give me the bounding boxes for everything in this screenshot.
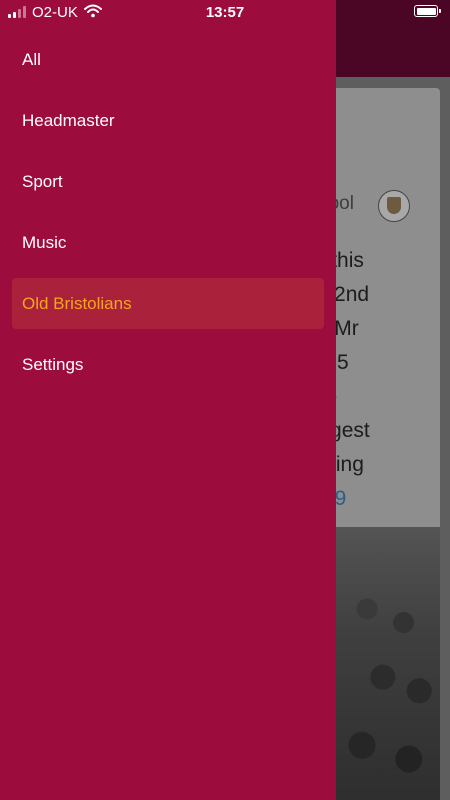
drawer-item-label: All [22,49,41,69]
post-photo [336,527,440,800]
drawer-item-label: Settings [22,354,84,374]
drawer-item-label: Headmaster [22,110,115,130]
drawer-item-label: Sport [22,171,63,191]
clock: 13:57 [205,4,245,21]
drawer-item-label: Music [22,232,67,252]
battery-icon [414,5,441,17]
drawer-item-all[interactable]: All [0,29,336,90]
drawer-item-headmaster[interactable]: Headmaster [0,90,336,151]
drawer-item-settings[interactable]: Settings [0,334,336,395]
school-crest-icon [378,190,410,222]
drawer-item-old-bristolians[interactable]: Old Bristolians [0,273,336,334]
drawer-item-label: Old Bristolians [22,293,132,313]
status-bar: O2-UK 13:57 [0,0,450,26]
drawer-item-sport[interactable]: Sport [0,151,336,212]
drawer-item-music[interactable]: Music [0,212,336,273]
navigation-drawer: All Headmaster Sport Music Old Bristolia… [0,0,336,800]
drawer-menu: All Headmaster Sport Music Old Bristolia… [0,29,336,395]
